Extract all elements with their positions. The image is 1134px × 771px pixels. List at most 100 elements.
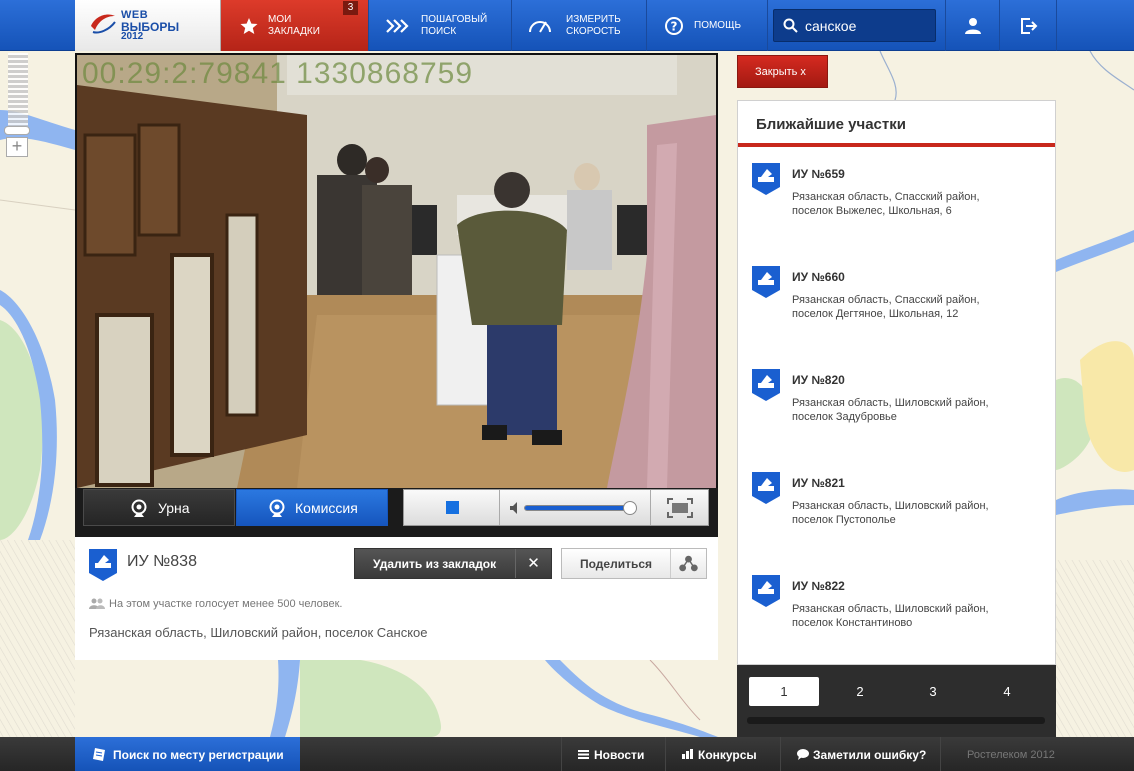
station-address: Рязанская область, Шиловский район, посе… bbox=[89, 625, 428, 640]
address-line: Рязанская область, Спасский район, bbox=[792, 191, 980, 203]
nearest-item[interactable]: ИУ №659 Рязанская область, Спасский райо… bbox=[738, 163, 1055, 266]
copyright-text: Ростелеком 2012 bbox=[967, 749, 1055, 761]
speech-bubble-icon bbox=[797, 749, 809, 760]
news-link[interactable]: Новости bbox=[561, 737, 665, 771]
camera-commission-label: Комиссия bbox=[295, 500, 358, 516]
video-stream[interactable]: 00:29:2:79841 1330868759 bbox=[77, 55, 716, 488]
remove-bookmark-button[interactable]: Удалить из закладок ✕ bbox=[354, 548, 552, 579]
step-arrows-icon bbox=[386, 19, 409, 33]
page-button-4[interactable]: 4 bbox=[972, 677, 1042, 706]
nav-help[interactable]: ? ПОМОЩЬ bbox=[647, 0, 768, 51]
share-label: Поделиться bbox=[580, 557, 653, 571]
ballot-box-icon bbox=[752, 163, 780, 195]
address-line: Рязанская область, Шиловский район, bbox=[792, 603, 989, 615]
search-by-registration-button[interactable]: Поиск по месту регистрации bbox=[75, 737, 300, 771]
nav-logout[interactable] bbox=[1000, 0, 1057, 51]
bookmarks-count-badge: 3 bbox=[343, 1, 358, 15]
nearest-item[interactable]: ИУ №821 Рязанская область, Шиловский рай… bbox=[738, 472, 1055, 575]
ballot-box-icon bbox=[752, 575, 780, 607]
search-input[interactable] bbox=[805, 17, 930, 35]
page-button-2[interactable]: 2 bbox=[825, 677, 895, 706]
station-info-panel: ИУ №838 Удалить из закладок ✕ Поделиться… bbox=[75, 537, 718, 660]
nearest-header: Ближайшие участки bbox=[738, 101, 1055, 147]
volume-level bbox=[525, 506, 630, 510]
fullscreen-icon[interactable] bbox=[667, 498, 693, 518]
contests-link[interactable]: Конкурсы bbox=[665, 737, 780, 771]
nearest-item[interactable]: ИУ №820 Рязанская область, Шиловский рай… bbox=[738, 369, 1055, 472]
search-icon bbox=[783, 18, 798, 33]
help-circle-icon: ? bbox=[665, 17, 683, 35]
map-zoom-slider[interactable] bbox=[8, 53, 28, 133]
ballot-box-icon bbox=[752, 266, 780, 298]
star-icon bbox=[240, 18, 258, 34]
ballot-box-icon bbox=[752, 472, 780, 504]
close-icon: ✕ bbox=[515, 549, 551, 578]
report-error-link[interactable]: Заметили ошибку? bbox=[780, 737, 940, 771]
map-zoom-handle[interactable] bbox=[4, 126, 30, 135]
volume-icon[interactable] bbox=[509, 501, 521, 515]
nearest-item-address: Рязанская область, Шиловский район, посе… bbox=[792, 396, 1042, 424]
search-box[interactable] bbox=[773, 9, 936, 42]
nearest-item-address: Рязанская область, Спасский район, посел… bbox=[792, 190, 1042, 218]
volume-slider[interactable] bbox=[524, 501, 637, 515]
people-icon bbox=[89, 598, 105, 609]
address-line: поселок Дегтяное, Школьная, 12 bbox=[792, 308, 959, 320]
address-line: Рязанская область, Шиловский район, bbox=[792, 500, 989, 512]
pagination-scrollbar[interactable] bbox=[747, 717, 1045, 724]
video-timestamp-overlay: 00:29:2:79841 1330868759 bbox=[82, 57, 474, 90]
search-by-registration-label: Поиск по месту регистрации bbox=[113, 748, 284, 762]
page-button-1[interactable]: 1 bbox=[749, 677, 819, 706]
report-error-label: Заметили ошибку? bbox=[813, 748, 927, 762]
top-navigation-bar: WEB ВЫБОРЫ 2012 МОИ ЗАКЛАДКИ 3 ПОШАГОВЫЙ… bbox=[0, 0, 1134, 51]
nearest-item-address: Рязанская область, Шиловский район, посе… bbox=[792, 602, 1042, 630]
close-button-label: Закрыть x bbox=[755, 66, 806, 78]
nearest-item-name: ИУ №659 bbox=[792, 167, 845, 181]
player-controls bbox=[403, 489, 709, 526]
camera-commission-button[interactable]: Комиссия bbox=[236, 489, 388, 526]
nav-measure-speed[interactable]: ИЗМЕРИТЬ СКОРОСТЬ bbox=[512, 0, 647, 51]
share-button[interactable]: Поделиться bbox=[561, 548, 707, 579]
copyright: Ростелеком 2012 bbox=[940, 737, 1057, 771]
nav-bookmarks-label-2: ЗАКЛАДКИ bbox=[268, 26, 320, 37]
webcam-icon bbox=[131, 499, 147, 517]
ballot-box-icon bbox=[752, 369, 780, 401]
news-label: Новости bbox=[594, 748, 645, 762]
nav-step-search[interactable]: ПОШАГОВЫЙ ПОИСК bbox=[369, 0, 512, 51]
nav-user-profile[interactable] bbox=[945, 0, 1000, 51]
bottom-bar: Поиск по месту регистрации Новости Конку… bbox=[0, 737, 1134, 771]
close-button[interactable]: Закрыть x bbox=[737, 55, 828, 88]
remove-bookmark-label: Удалить из закладок bbox=[373, 557, 497, 571]
webcam-icon bbox=[269, 499, 285, 517]
nearest-item[interactable]: ИУ №822 Рязанская область, Шиловский рай… bbox=[738, 575, 1055, 678]
user-icon bbox=[965, 18, 981, 34]
document-icon bbox=[93, 748, 105, 761]
nearest-item-name: ИУ №821 bbox=[792, 476, 845, 490]
nav-help-label: ПОМОЩЬ bbox=[694, 20, 742, 31]
volume-knob[interactable] bbox=[622, 501, 637, 515]
polling-station-camera-image bbox=[77, 55, 716, 488]
map-zoom-in-button[interactable]: + bbox=[6, 137, 28, 157]
address-line: поселок Выжелес, Школьная, 6 bbox=[792, 205, 952, 217]
webvybory-logo[interactable]: WEB ВЫБОРЫ 2012 bbox=[75, 0, 221, 51]
nearest-item[interactable]: ИУ №660 Рязанская область, Спасский райо… bbox=[738, 266, 1055, 369]
nav-speed-label-2: СКОРОСТЬ bbox=[566, 26, 621, 37]
speedometer-icon bbox=[529, 21, 551, 33]
video-controls: Урна Комиссия bbox=[75, 488, 718, 537]
nearest-pagination: 1 2 3 4 bbox=[737, 665, 1056, 737]
address-line: поселок Задубровье bbox=[792, 411, 897, 423]
share-icon bbox=[670, 549, 698, 578]
nav-my-bookmarks[interactable]: МОИ ЗАКЛАДКИ 3 bbox=[221, 0, 369, 51]
logo-line3: 2012 bbox=[121, 31, 144, 42]
voters-note-text: На этом участке голосует менее 500 челов… bbox=[109, 598, 343, 610]
nav-speed-label-1: ИЗМЕРИТЬ bbox=[566, 14, 621, 25]
page-button-3[interactable]: 3 bbox=[898, 677, 968, 706]
nearest-stations-panel: Ближайшие участки ИУ №659 Рязанская обла… bbox=[737, 100, 1056, 665]
voters-note: На этом участке голосует менее 500 челов… bbox=[89, 598, 342, 610]
nearest-item-name: ИУ №660 bbox=[792, 270, 845, 284]
nearest-item-address: Рязанская область, Спасский район, посел… bbox=[792, 293, 1042, 321]
news-list-icon bbox=[578, 750, 589, 759]
camera-urn-label: Урна bbox=[158, 500, 190, 516]
camera-urn-button[interactable]: Урна bbox=[83, 489, 235, 526]
stop-button[interactable] bbox=[446, 501, 459, 514]
nearest-title: Ближайшие участки bbox=[756, 116, 906, 133]
